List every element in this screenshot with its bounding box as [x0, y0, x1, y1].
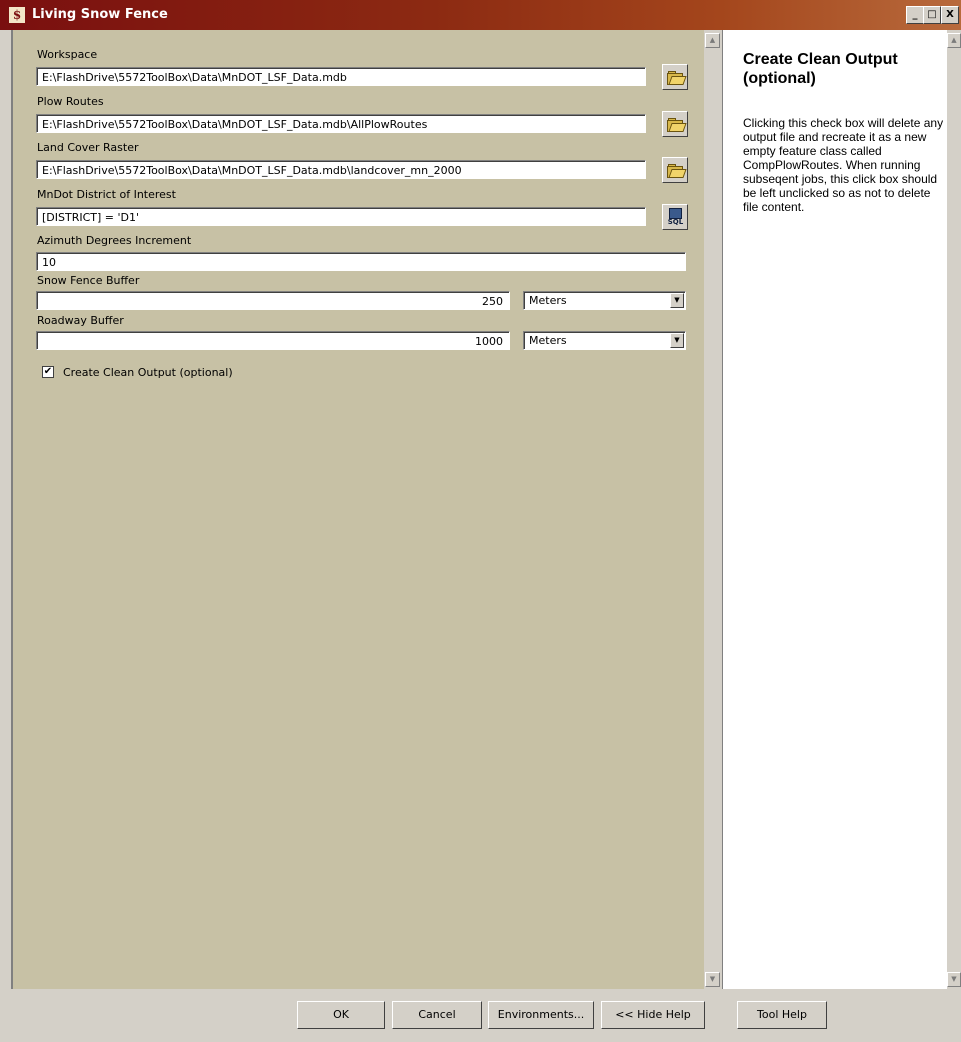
- arrow-down-icon[interactable]: ▼: [947, 972, 961, 987]
- environments-button[interactable]: Environments...: [488, 1001, 594, 1029]
- cancel-button[interactable]: Cancel: [392, 1001, 482, 1029]
- azimuth-input[interactable]: 10: [36, 252, 686, 271]
- workspace-label: Workspace: [37, 48, 98, 61]
- help-body: Clicking this check box will delete any …: [743, 116, 944, 214]
- help-panel: Create Clean Output (optional) Clicking …: [722, 30, 948, 989]
- folder-open-icon: [667, 164, 687, 178]
- sql-icon: SQL: [667, 208, 684, 227]
- arrow-down-icon[interactable]: ▼: [705, 972, 720, 987]
- arrow-up-icon[interactable]: ▲: [705, 33, 720, 48]
- roadway-buffer-label: Roadway Buffer: [37, 314, 124, 327]
- chevron-down-icon[interactable]: ▼: [670, 333, 684, 348]
- land-cover-input[interactable]: E:\FlashDrive\5572ToolBox\Data\MnDOT_LSF…: [36, 160, 646, 179]
- app-icon: $: [9, 7, 25, 23]
- window-title: Living Snow Fence: [32, 7, 168, 22]
- sql-query-button[interactable]: SQL: [662, 204, 688, 230]
- parameters-scrollbar[interactable]: ▲ ▼: [704, 30, 720, 989]
- snow-fence-unit-value: Meters: [529, 294, 567, 307]
- arrow-up-icon[interactable]: ▲: [947, 33, 961, 48]
- help-title: Create Clean Output (optional): [743, 51, 898, 87]
- land-cover-browse-button[interactable]: [662, 157, 688, 183]
- roadway-unit-select[interactable]: Meters ▼: [523, 331, 686, 350]
- plow-routes-browse-button[interactable]: [662, 111, 688, 137]
- workspace-input[interactable]: E:\FlashDrive\5572ToolBox\Data\MnDOT_LSF…: [36, 67, 646, 86]
- snow-fence-buffer-input[interactable]: 250: [36, 291, 510, 310]
- plow-routes-label: Plow Routes: [37, 95, 104, 108]
- workspace-browse-button[interactable]: [662, 64, 688, 90]
- roadway-buffer-input[interactable]: 1000: [36, 331, 510, 350]
- title-bar[interactable]: $ Living Snow Fence _ □ X: [0, 0, 961, 30]
- close-button[interactable]: X: [941, 6, 959, 24]
- folder-open-icon: [667, 118, 687, 132]
- snow-fence-buffer-label: Snow Fence Buffer: [37, 274, 140, 287]
- clean-output-checkbox[interactable]: ✔: [42, 366, 54, 378]
- hide-help-button[interactable]: << Hide Help: [601, 1001, 705, 1029]
- district-input[interactable]: [DISTRICT] = 'D1': [36, 207, 646, 226]
- chevron-down-icon[interactable]: ▼: [670, 293, 684, 308]
- help-scrollbar[interactable]: ▲ ▼: [947, 30, 961, 989]
- maximize-button[interactable]: □: [923, 6, 941, 24]
- roadway-unit-value: Meters: [529, 334, 567, 347]
- tool-help-button[interactable]: Tool Help: [737, 1001, 827, 1029]
- ok-button[interactable]: OK: [297, 1001, 385, 1029]
- azimuth-label: Azimuth Degrees Increment: [37, 234, 192, 247]
- plow-routes-input[interactable]: E:\FlashDrive\5572ToolBox\Data\MnDOT_LSF…: [36, 114, 646, 133]
- folder-open-icon: [667, 71, 687, 85]
- minimize-button[interactable]: _: [906, 6, 924, 24]
- district-label: MnDot District of Interest: [37, 188, 176, 201]
- clean-output-label[interactable]: Create Clean Output (optional): [63, 366, 233, 379]
- land-cover-label: Land Cover Raster: [37, 141, 139, 154]
- snow-fence-unit-select[interactable]: Meters ▼: [523, 291, 686, 310]
